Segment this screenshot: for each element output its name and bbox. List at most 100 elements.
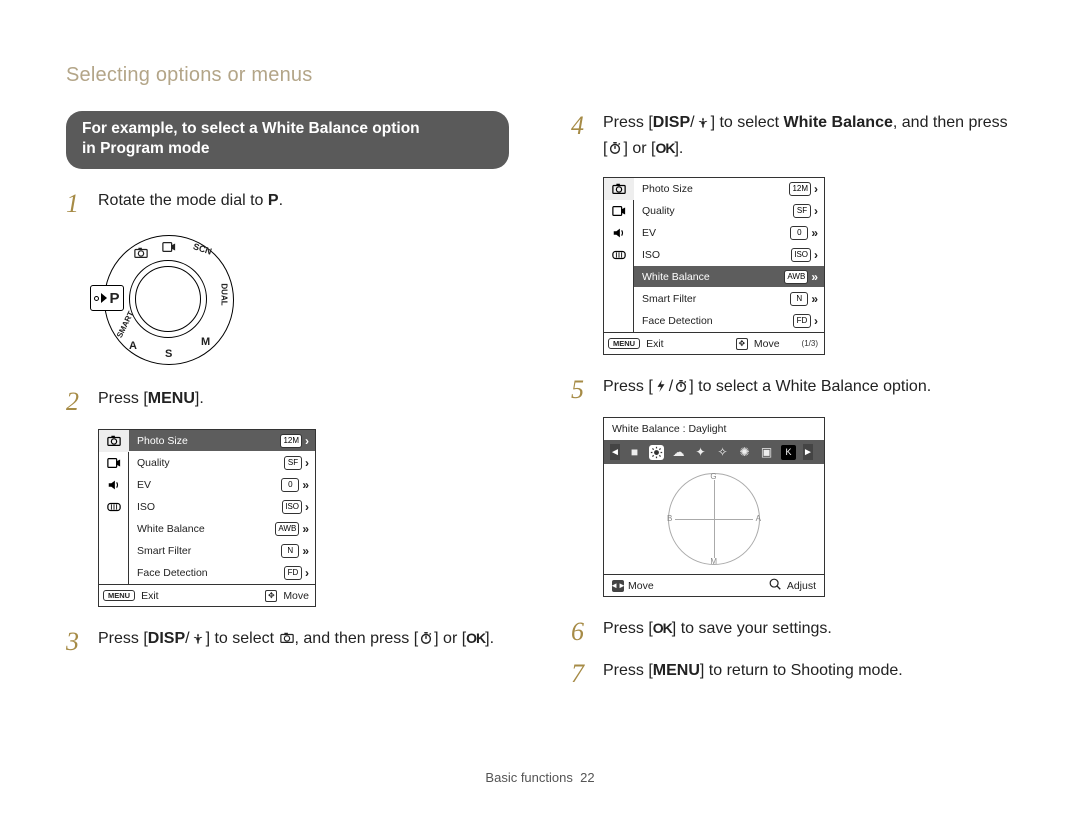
zoom-icon xyxy=(767,577,783,594)
ok-button-label: OK xyxy=(655,140,674,156)
wb-opt-awb-icon: ■ xyxy=(627,445,642,460)
footer-move: Move xyxy=(283,590,309,602)
camera-menu-screenshot-2: Photo Size12M›QualitySF›EV0»ISOISO› White… xyxy=(603,177,825,355)
camera-menu-screenshot-1: Photo Size12M›QualitySF›EV0»ISOISO›White… xyxy=(98,429,316,607)
menu-row: White BalanceAWB» xyxy=(129,518,315,540)
callout-line2: in Program mode xyxy=(82,139,493,159)
chevron-right-icon: » xyxy=(811,270,818,284)
menu-item-value: N xyxy=(790,292,808,306)
chevron-right-icon: › xyxy=(305,500,309,514)
menu-row: EV0» xyxy=(634,222,824,244)
menu-pill-icon: MENU xyxy=(103,590,135,601)
camera-icon xyxy=(279,629,295,653)
wb-footer-adjust: Adjust xyxy=(787,580,816,592)
disp-button-label: DISP xyxy=(653,114,690,131)
step-4: 4 Press [DISP/] to select White Balance,… xyxy=(571,111,1014,163)
page-title: Selecting options or menus xyxy=(66,64,1014,87)
step-text: Press [OK] to save your settings. xyxy=(603,617,1014,641)
disp-button-label: DISP xyxy=(148,630,185,647)
menu-item-value: AWB xyxy=(275,522,299,536)
menu-item-label: EV xyxy=(137,479,151,491)
menu-item-value: SF xyxy=(284,456,302,470)
menu-item-value: AWB xyxy=(784,270,808,284)
chevron-right-icon: » xyxy=(811,226,818,240)
menu-row: Smart FilterN» xyxy=(129,540,315,562)
menu-pill-icon: MENU xyxy=(608,338,640,349)
menu-item-value: 12M xyxy=(280,434,302,448)
flower-icon xyxy=(190,629,206,653)
tab-sound-icon xyxy=(604,222,634,244)
footer-pager: (1/3) xyxy=(802,339,818,348)
step-number: 3 xyxy=(66,629,86,655)
tab-video-icon xyxy=(99,452,129,474)
timer-icon xyxy=(418,629,434,653)
wb-opt-cloudy-icon: ☁ xyxy=(671,445,686,460)
menu-row: Photo Size12M› xyxy=(129,430,315,452)
wb-opt-tungsten-icon: ✺ xyxy=(737,445,752,460)
dial-camera-icon xyxy=(133,246,149,265)
menu-row: ISOISO› xyxy=(129,496,315,518)
step-1: 1 Rotate the mode dial to P. xyxy=(66,189,509,217)
step-text: Press [/] to select a White Balance opti… xyxy=(603,375,1014,401)
chevron-right-icon: › xyxy=(814,182,818,196)
chevron-right-icon: » xyxy=(811,292,818,306)
callout-line1: For example, to select a White Balance o… xyxy=(82,119,493,139)
menu-button-label: MENU xyxy=(653,662,700,679)
menu-item-value: 0 xyxy=(281,478,299,492)
tab-photo-icon xyxy=(604,178,634,200)
chevron-right-icon: › xyxy=(814,204,818,218)
menu-item-value: FD xyxy=(793,314,811,328)
step-text: Press [MENU]. xyxy=(98,387,509,411)
menu-item-value: ISO xyxy=(791,248,811,262)
chevron-right-icon: › xyxy=(305,566,309,580)
step-text: Press [MENU] to return to Shooting mode. xyxy=(603,659,1014,683)
menu-item-label: White Balance xyxy=(642,271,710,283)
flower-icon xyxy=(695,113,711,137)
menu-item-label: Photo Size xyxy=(642,183,693,195)
menu-row: Face DetectionFD› xyxy=(634,310,824,332)
chevron-right-icon: › xyxy=(305,434,309,448)
white-balance-screenshot: White Balance : Daylight ◄ ■ ☁ ✦ ✧ ✺ ▣ K… xyxy=(603,417,825,597)
menu-item-label: Quality xyxy=(137,457,170,469)
dial-pointer: P xyxy=(90,285,124,311)
menu-row: Smart Filter N» xyxy=(634,288,824,310)
menu-row: QualitySF› xyxy=(634,200,824,222)
footer-move: Move xyxy=(754,338,780,350)
wb-title: White Balance : Daylight xyxy=(604,418,824,440)
wb-opt-custom-icon: ▣ xyxy=(759,445,774,460)
footer-exit: Exit xyxy=(646,338,664,350)
menu-row: EV0» xyxy=(129,474,315,496)
step-5: 5 Press [/] to select a White Balance op… xyxy=(571,375,1014,403)
timer-icon xyxy=(673,377,689,401)
mode-dial-illustration: A S M SCN DUAL SMART P xyxy=(90,231,240,371)
step-number: 1 xyxy=(66,191,86,217)
menu-row: Face Detection FD› xyxy=(129,562,315,584)
menu-item-label: ISO xyxy=(137,501,155,513)
ok-button-label: OK xyxy=(466,630,485,646)
menu-item-label: Smart Filter xyxy=(137,545,191,557)
wb-cross-adjuster: G B A M xyxy=(668,473,760,565)
timer-icon xyxy=(607,139,623,163)
menu-item-value: FD xyxy=(284,566,302,580)
wb-opt-k-icon: K xyxy=(781,445,796,460)
chevron-right-icon: › xyxy=(814,314,818,328)
step-number: 2 xyxy=(66,389,86,415)
wb-opt-fluorescent-h-icon: ✦ xyxy=(693,445,708,460)
tab-sound-icon xyxy=(99,474,129,496)
step-3: 3 Press [DISP/] to select , and then pre… xyxy=(66,627,509,655)
menu-row: Photo Size12M› xyxy=(634,178,824,200)
menu-item-label: Smart Filter xyxy=(642,293,696,305)
chevron-right-icon: › xyxy=(814,248,818,262)
menu-item-value: ISO xyxy=(282,500,302,514)
menu-item-value: N xyxy=(281,544,299,558)
menu-row: ISOISO› xyxy=(634,244,824,266)
mode-p-icon: P xyxy=(268,192,279,209)
step-number: 7 xyxy=(571,661,591,687)
wb-move-dpad-icon: ◄► xyxy=(612,580,624,592)
step-7: 7 Press [MENU] to return to Shooting mod… xyxy=(571,659,1014,687)
menu-item-label: Face Detection xyxy=(137,567,208,579)
menu-button-label: MENU xyxy=(148,390,195,407)
wb-nav-right-icon: ► xyxy=(803,444,813,460)
step-number: 4 xyxy=(571,113,591,139)
step-6: 6 Press [OK] to save your settings. xyxy=(571,617,1014,645)
